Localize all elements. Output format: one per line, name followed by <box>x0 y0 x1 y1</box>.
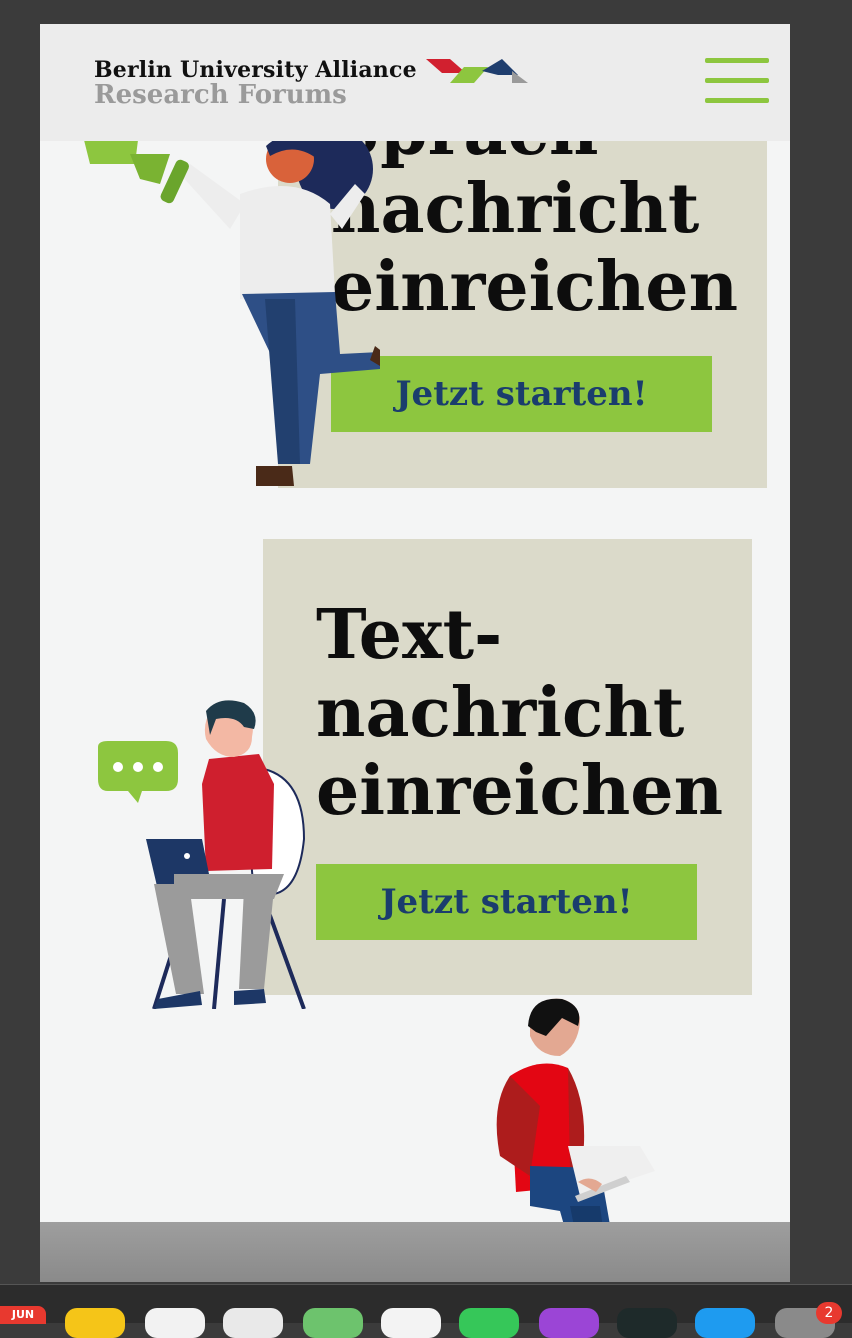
notes-dock-icon[interactable] <box>65 1308 125 1338</box>
messages-dock-icon[interactable] <box>459 1308 519 1338</box>
reminders-dock-icon[interactable] <box>145 1308 205 1338</box>
footer-band <box>40 1222 790 1282</box>
text-title-line2: nachricht <box>316 673 685 753</box>
calendar-dock-icon[interactable]: JUN <box>0 1306 46 1324</box>
hamburger-menu-icon[interactable] <box>705 58 769 106</box>
browser-viewport: Sprach- nachricht einreichen Jetzt start… <box>40 24 790 1282</box>
brand-subtitle[interactable]: Research Forums <box>94 80 347 110</box>
voice-title-line2: nachricht <box>331 169 700 249</box>
text-title-line1: Text- <box>316 595 503 675</box>
podcasts-dock-icon[interactable] <box>539 1308 599 1338</box>
photos-dock-icon[interactable] <box>381 1308 441 1338</box>
contacts-dock-icon[interactable] <box>223 1308 283 1338</box>
appstore-dock-icon[interactable] <box>695 1308 755 1338</box>
text-card-title: Text- nachricht einreichen <box>316 596 723 830</box>
text-start-button[interactable]: Jetzt starten! <box>316 864 697 940</box>
bua-logo-icon[interactable] <box>426 57 528 83</box>
text-title-line3: einreichen <box>316 751 724 831</box>
voice-title-line3: einreichen <box>331 247 739 327</box>
voice-start-button[interactable]: Jetzt starten! <box>331 356 712 432</box>
notification-badge: 2 <box>816 1302 842 1324</box>
woman-with-megaphone-illustration <box>80 124 380 486</box>
stocks-dock-icon[interactable] <box>617 1308 677 1338</box>
site-header: Berlin University Alliance Research Foru… <box>40 24 790 141</box>
man-with-laptop-chat-bubble-illustration <box>98 700 306 1009</box>
maps-dock-icon[interactable] <box>303 1308 363 1338</box>
